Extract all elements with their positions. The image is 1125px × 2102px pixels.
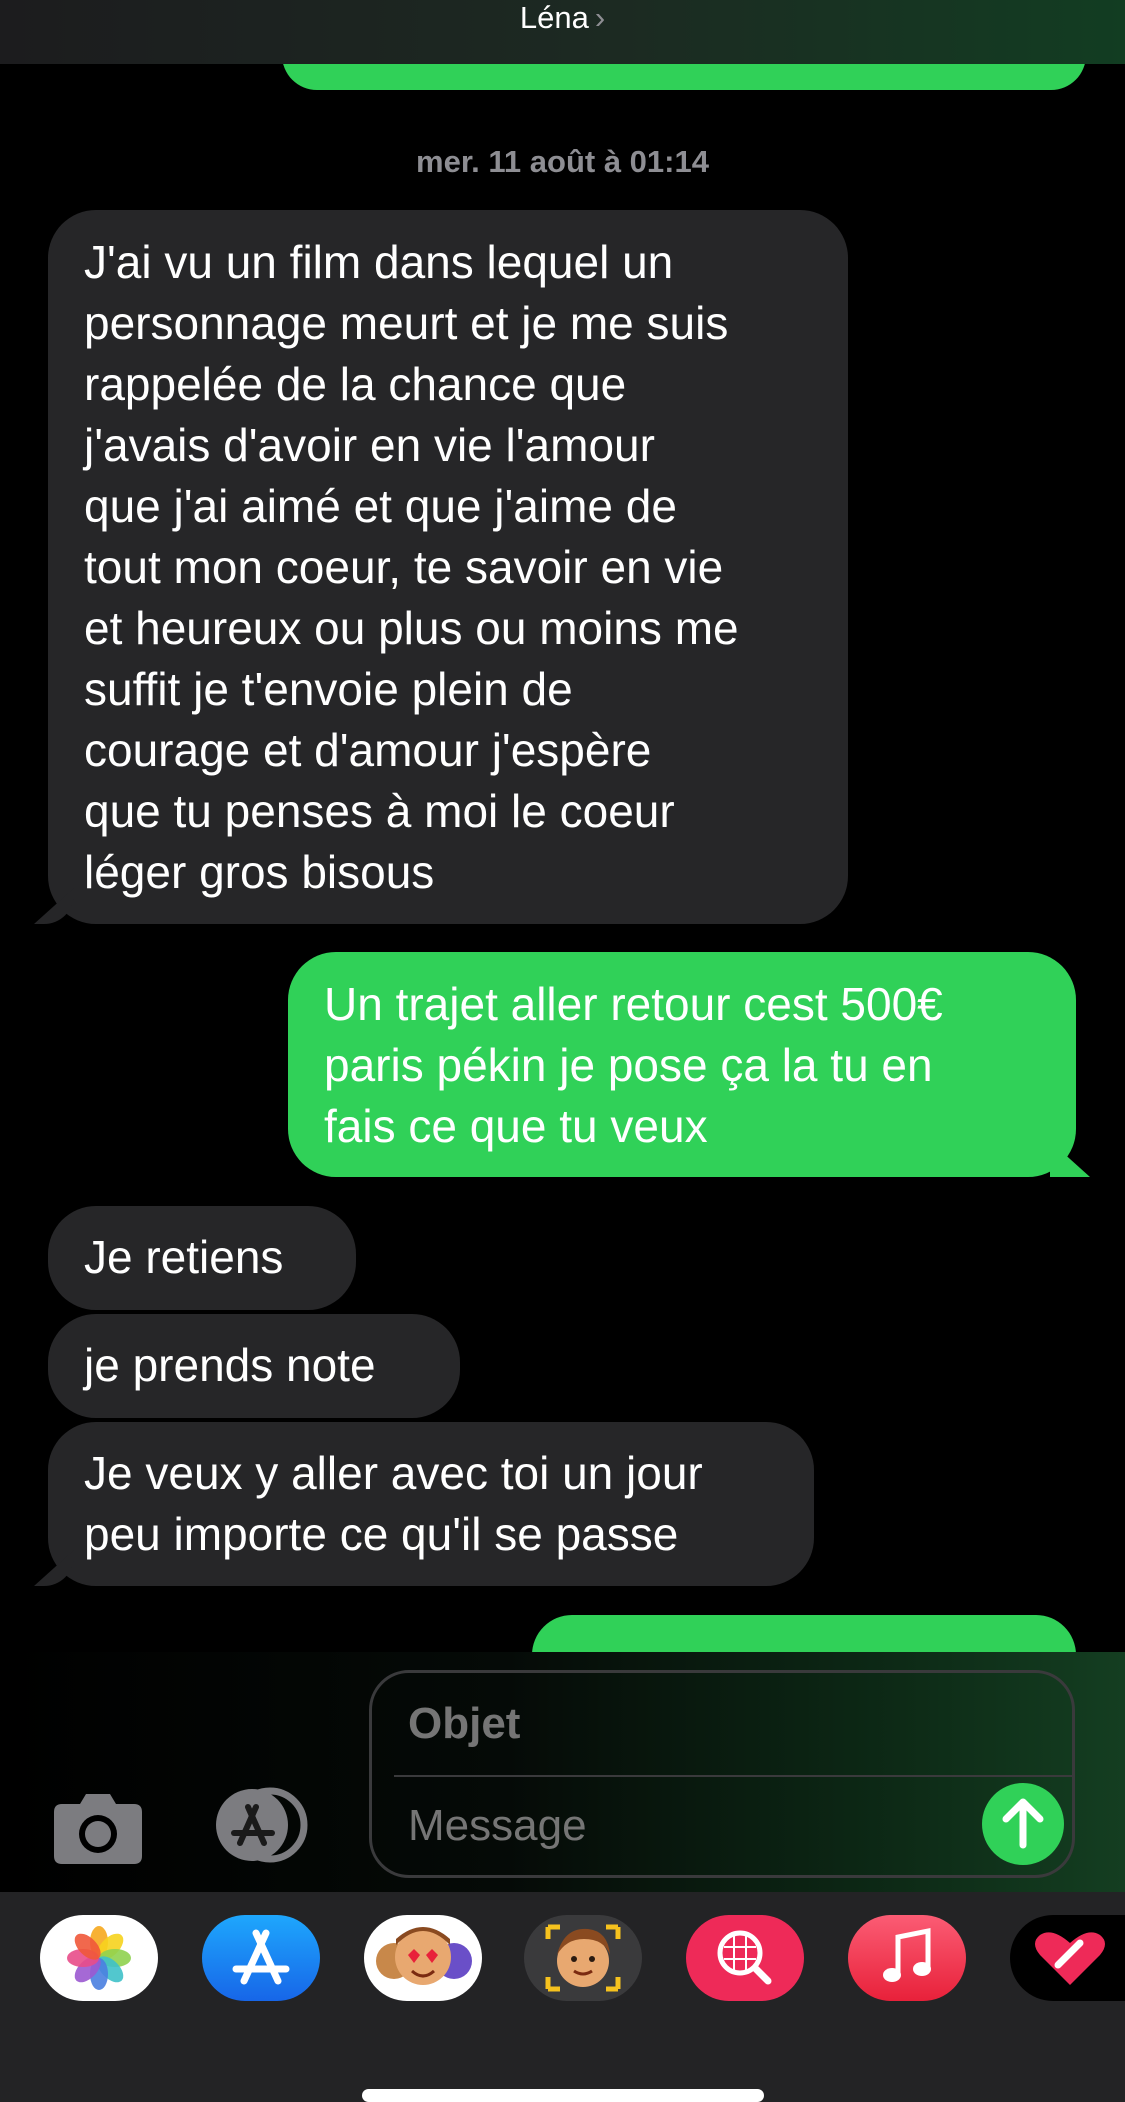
contact-name: Léna	[519, 0, 589, 35]
app-store-button[interactable]	[210, 1787, 314, 1863]
message-line: peu importe ce qu'il se passe	[84, 1508, 679, 1560]
received-message-bubble[interactable]: Je veux y aller avec toi un jour peu imp…	[48, 1422, 814, 1586]
sent-message-bubble[interactable]: Un trajet aller retour cest 500€ paris p…	[288, 952, 1076, 1177]
conversation-header: Léna ›	[0, 0, 1125, 64]
message-line: je prends note	[84, 1339, 376, 1391]
message-line: personnage meurt et je me suis	[84, 297, 729, 349]
message-line: suffit je t'envoie plein de	[84, 663, 573, 715]
gif-search-app-icon	[717, 1930, 772, 1985]
subject-field[interactable]	[408, 1699, 968, 1749]
music-app-icon	[883, 1927, 931, 1982]
memoji-stickers-app-icon	[376, 1927, 472, 1985]
message-line: rappelée de la chance que	[84, 358, 627, 410]
message-line: paris pékin je pose ça la tu en	[324, 1039, 933, 1091]
received-message-bubble[interactable]: je prends note	[48, 1314, 460, 1418]
message-line: Un trajet aller retour cest 500€	[324, 978, 943, 1030]
message-line: Je veux y aller avec toi un jour	[84, 1447, 703, 1499]
message-line: que j'ai aimé et que j'aime de	[84, 480, 677, 532]
app-store-app-button[interactable]	[202, 1915, 320, 2001]
app-store-app-icon	[232, 1929, 290, 1985]
memoji-stickers-app-button[interactable]	[364, 1915, 482, 2001]
message-line: courage et d'amour j'espère	[84, 724, 652, 776]
memoji-app-icon	[545, 1924, 621, 1992]
message-timestamp: mer. 11 août à 01:14	[416, 144, 709, 179]
photos-app-icon	[67, 1926, 131, 1990]
message-line: Je retiens	[84, 1231, 284, 1283]
music-app-button[interactable]	[848, 1915, 966, 2001]
chevron-right-icon: ›	[594, 0, 606, 35]
message-line: J'ai vu un film dans lequel un	[84, 236, 674, 288]
message-compose-box[interactable]	[369, 1670, 1075, 1878]
camera-icon	[54, 1794, 142, 1864]
message-line: léger gros bisous	[84, 846, 435, 898]
camera-button[interactable]	[50, 1790, 146, 1866]
compose-divider	[394, 1775, 1072, 1777]
message-field[interactable]	[408, 1801, 968, 1851]
home-indicator[interactable]	[362, 2089, 764, 2102]
message-line: j'avais d'avoir en vie l'amour	[84, 419, 655, 471]
app-store-icon	[216, 1787, 308, 1863]
received-message-bubble[interactable]: Je retiens	[48, 1206, 356, 1310]
received-message-bubble[interactable]: J'ai vu un film dans lequel un personnag…	[48, 210, 848, 924]
digital-touch-app-icon	[1035, 1932, 1105, 1985]
message-line: que tu penses à moi le coeur	[84, 785, 675, 837]
photos-app-button[interactable]	[40, 1915, 158, 2001]
message-line: et heureux ou plus ou moins me	[84, 602, 739, 654]
digital-touch-app-button[interactable]	[1010, 1915, 1125, 2001]
gif-search-app-button[interactable]	[686, 1915, 804, 2001]
message-line: tout mon coeur, te savoir en vie	[84, 541, 724, 593]
contact-name-button[interactable]: Léna ›	[0, 0, 1125, 36]
arrow-up-icon	[1002, 1798, 1044, 1849]
send-button[interactable]	[982, 1783, 1064, 1865]
memoji-app-button[interactable]	[524, 1915, 642, 2001]
message-line: fais ce que tu veux	[324, 1100, 708, 1152]
